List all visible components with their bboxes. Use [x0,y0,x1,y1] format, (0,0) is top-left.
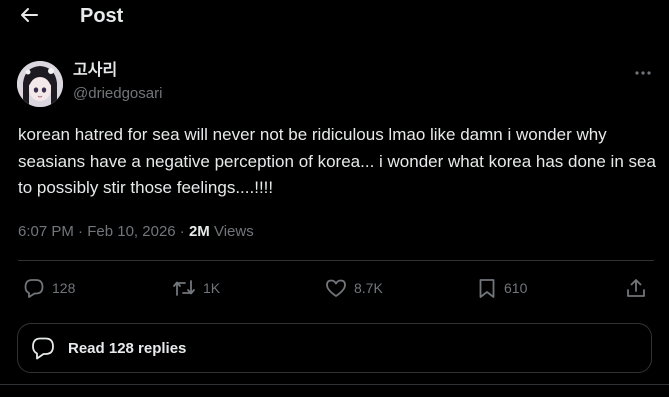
bookmark-button[interactable]: 610 [477,277,527,299]
views-label: Views [213,223,254,240]
more-options-button[interactable] [628,62,658,82]
author-handle[interactable]: @driedgosari [73,84,162,104]
bookmark-icon [477,277,497,299]
like-count: 8.7K [354,280,383,296]
read-replies-button[interactable]: Read 128 replies [17,323,652,373]
back-button[interactable] [14,4,44,30]
avatar[interactable] [17,61,63,107]
like-button[interactable]: 8.7K [325,277,383,299]
repost-count: 1K [203,280,221,296]
meta-separator: · [179,223,185,240]
share-icon [625,277,647,299]
meta-separator: · [78,223,84,240]
repost-button[interactable]: 1K [172,277,220,299]
repost-icon [172,277,196,299]
post-meta: 6:07 PM · Feb 10, 2026 · 2M Views [18,222,254,242]
reply-icon [23,277,45,299]
divider [18,260,654,261]
views-count: 2M [188,223,210,240]
post-text: korean hatred for sea will never not be … [18,125,656,197]
post-time[interactable]: 6:07 PM [18,223,74,240]
chat-bubble-icon [30,335,56,361]
heart-icon [325,277,347,299]
page-title: Post [80,5,124,27]
arrow-left-icon [19,5,39,30]
share-button[interactable] [625,277,647,299]
divider [0,384,669,385]
bookmark-count: 610 [504,280,528,296]
reply-button[interactable]: 128 [23,277,75,299]
read-replies-label: Read 128 replies [68,339,187,357]
more-horizontal-icon [634,63,652,81]
reply-count: 128 [52,280,76,296]
author-display-name[interactable]: 고사리 [73,60,117,80]
post-date[interactable]: Feb 10, 2026 [87,223,175,240]
top-bar: Post [0,0,669,34]
